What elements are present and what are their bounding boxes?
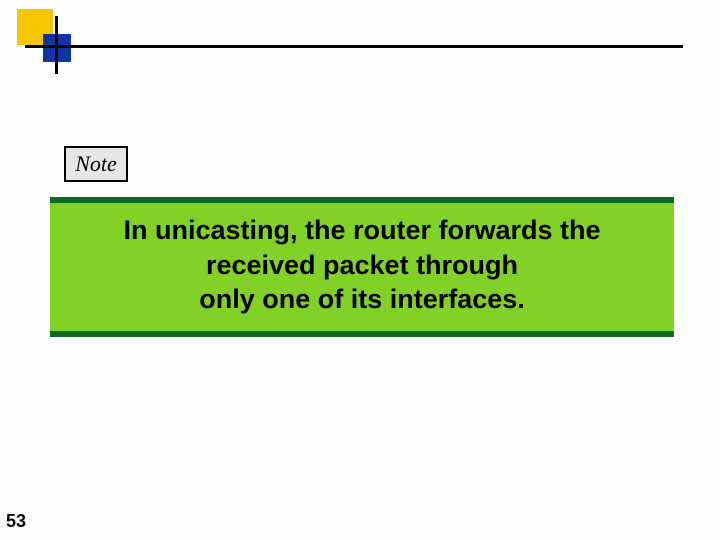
- callout-line-2: received packet through: [58, 248, 666, 283]
- note-box: Note: [64, 146, 128, 182]
- callout-line-3: only one of its interfaces.: [58, 282, 666, 317]
- decor-horizontal-line: [25, 45, 683, 48]
- callout-bottom-bar: [50, 331, 674, 337]
- decor-vertical-line: [55, 16, 58, 74]
- page-number: 53: [6, 511, 26, 532]
- callout-line-1: In unicasting, the router forwards the: [58, 213, 666, 248]
- note-label: Note: [75, 151, 117, 177]
- callout-body: In unicasting, the router forwards the r…: [50, 203, 674, 331]
- callout: In unicasting, the router forwards the r…: [50, 197, 674, 337]
